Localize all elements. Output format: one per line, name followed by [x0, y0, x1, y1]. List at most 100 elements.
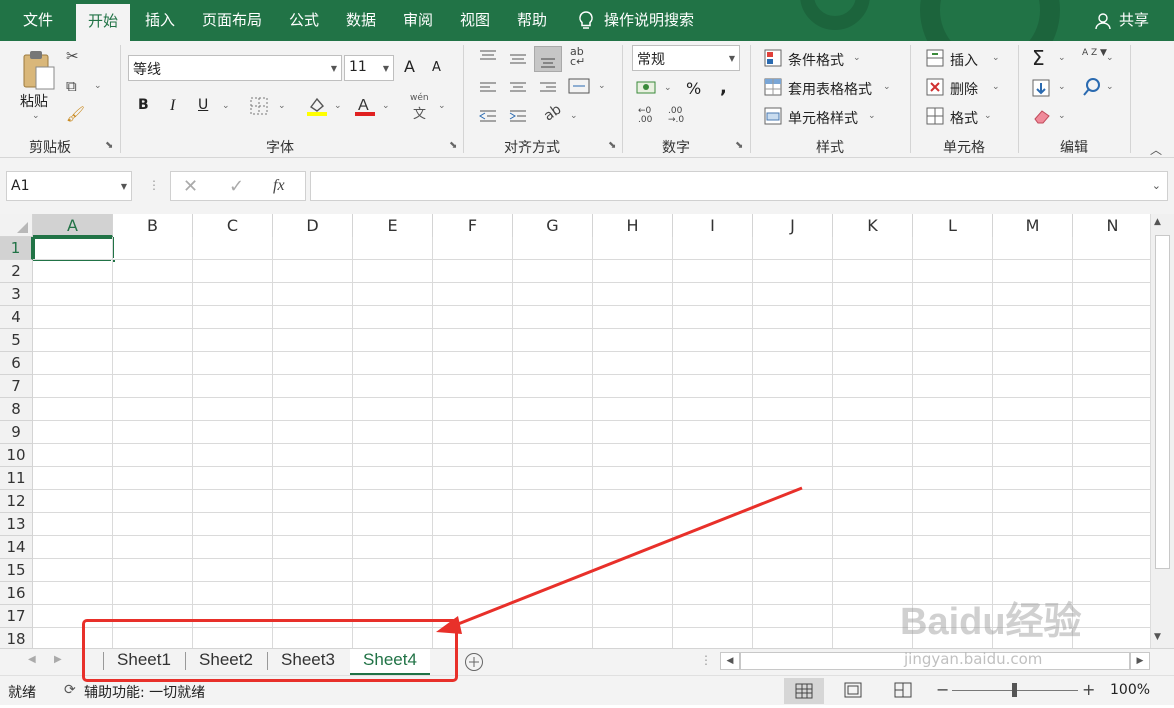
chevron-down-icon[interactable]: ⌄	[438, 101, 446, 111]
tab-data[interactable]: 数据	[334, 0, 388, 41]
underline-button[interactable]: U	[198, 97, 208, 113]
column-header-b[interactable]: B	[113, 214, 193, 237]
row-header-3[interactable]: 3	[0, 283, 33, 306]
align-middle-icon[interactable]	[508, 53, 528, 71]
dialog-launcher-icon[interactable]: ⬊	[449, 140, 457, 151]
row-header-15[interactable]: 15	[0, 559, 33, 582]
selected-cell-a1[interactable]	[33, 237, 114, 261]
chevron-down-icon[interactable]: ⌄	[222, 101, 230, 111]
chevron-down-icon[interactable]: ⌄	[664, 83, 672, 93]
formula-bar-grip-icon[interactable]: ⋮	[148, 178, 160, 192]
vertical-scrollbar[interactable]: ▲ ▼	[1150, 214, 1174, 648]
row-header-8[interactable]: 8	[0, 398, 33, 421]
format-cells-icon[interactable]	[926, 107, 946, 129]
scroll-up-icon[interactable]: ▲	[1154, 217, 1161, 227]
align-right-icon[interactable]	[538, 81, 558, 99]
comma-style-button[interactable]: ,	[720, 77, 727, 98]
column-header-m[interactable]: M	[993, 214, 1073, 237]
tab-formulas[interactable]: 公式	[278, 0, 330, 41]
orientation-icon[interactable]: ab	[541, 101, 564, 124]
enter-icon[interactable]: ✓	[229, 176, 244, 197]
chevron-down-icon[interactable]: ⌄	[382, 101, 390, 111]
zoom-out-button[interactable]: −	[936, 680, 949, 699]
row-header-11[interactable]: 11	[0, 467, 33, 490]
tab-home[interactable]: 开始	[76, 4, 130, 41]
formula-input[interactable]: ⌄	[310, 171, 1168, 201]
normal-view-icon[interactable]	[784, 678, 824, 704]
grow-font-button[interactable]: A	[404, 57, 415, 76]
accessibility-status[interactable]: 辅助功能: 一切就绪	[84, 682, 205, 702]
fill-color-icon[interactable]	[306, 95, 328, 121]
accessibility-icon[interactable]: ⟳	[64, 682, 76, 698]
chevron-down-icon[interactable]: ⌄	[570, 111, 578, 121]
autosum-button[interactable]: Σ	[1032, 46, 1045, 70]
zoom-slider-thumb[interactable]	[1012, 683, 1017, 697]
bold-button[interactable]: B	[138, 97, 149, 113]
chevron-down-icon[interactable]: ⌄	[94, 81, 102, 91]
align-bottom-icon[interactable]	[534, 46, 562, 72]
scroll-right-icon[interactable]: ▶	[1130, 652, 1150, 670]
conditional-formatting-button[interactable]: 条件格式	[788, 50, 844, 70]
row-header-1[interactable]: 1	[0, 237, 33, 260]
decrease-indent-icon[interactable]	[478, 109, 498, 129]
column-header-l[interactable]: L	[913, 214, 993, 237]
scroll-left-icon[interactable]: ◀	[720, 652, 740, 670]
merge-center-icon[interactable]	[568, 77, 590, 99]
border-icon[interactable]	[250, 97, 268, 119]
format-painter-icon[interactable]: 🖌	[66, 107, 85, 122]
zoom-in-button[interactable]: +	[1082, 680, 1095, 699]
add-sheet-icon[interactable]	[464, 652, 484, 676]
insert-cells-button[interactable]: 插入	[950, 50, 978, 70]
chevron-down-icon[interactable]: ⌄	[1106, 82, 1114, 92]
increase-indent-icon[interactable]	[508, 109, 528, 129]
column-header-c[interactable]: C	[193, 214, 273, 237]
cell-styles-button[interactable]: 单元格样式	[788, 108, 858, 128]
dialog-launcher-icon[interactable]: ⬊	[105, 140, 113, 151]
row-header-7[interactable]: 7	[0, 375, 33, 398]
cell-styles-icon[interactable]	[764, 107, 784, 129]
column-header-a[interactable]: A	[33, 214, 113, 237]
decrease-decimal-icon[interactable]: .00 →.0	[668, 107, 684, 125]
format-as-table-icon[interactable]	[764, 78, 784, 100]
find-select-icon[interactable]	[1082, 77, 1102, 101]
zoom-level[interactable]: 100%	[1110, 682, 1150, 698]
row-header-5[interactable]: 5	[0, 329, 33, 352]
phonetic-guide-icon[interactable]: wén 文	[410, 93, 429, 122]
select-all-button[interactable]	[0, 214, 33, 237]
name-box[interactable]: A1 ▼	[6, 171, 132, 201]
chevron-down-icon[interactable]: ⌄	[992, 82, 1000, 92]
tell-me-search[interactable]: 操作说明搜索	[604, 0, 714, 41]
font-color-icon[interactable]: A	[354, 95, 376, 121]
share-button[interactable]: 共享	[1114, 0, 1154, 41]
chevron-down-icon[interactable]: ⌄	[1058, 82, 1066, 92]
format-cells-button[interactable]: 格式	[950, 108, 978, 128]
column-header-g[interactable]: G	[513, 214, 593, 237]
column-header-n[interactable]: N	[1073, 214, 1150, 237]
expand-formula-icon[interactable]: ⌄	[1152, 179, 1161, 192]
dialog-launcher-icon[interactable]: ⬊	[608, 140, 616, 151]
chevron-down-icon[interactable]: ⌄	[868, 111, 876, 121]
horizontal-scrollbar[interactable]	[740, 652, 1130, 670]
sort-filter-icon[interactable]: A Z ▼	[1082, 49, 1107, 58]
page-layout-view-icon[interactable]	[844, 682, 862, 702]
tab-view[interactable]: 视图	[448, 0, 502, 41]
clear-icon[interactable]	[1032, 107, 1052, 129]
chevron-down-icon[interactable]: ⌄	[1106, 53, 1114, 63]
cancel-icon[interactable]: ✕	[183, 176, 198, 197]
chevron-down-icon[interactable]: ⌄	[883, 82, 891, 92]
align-center-icon[interactable]	[508, 81, 528, 99]
align-top-icon[interactable]	[478, 49, 498, 67]
column-header-e[interactable]: E	[353, 214, 433, 237]
collapse-ribbon-icon[interactable]: ︿	[1150, 141, 1162, 158]
scroll-down-icon[interactable]: ▼	[1154, 632, 1161, 642]
percent-style-button[interactable]: %	[686, 79, 701, 98]
wrap-text-icon[interactable]: ab c↵	[570, 46, 585, 67]
increase-decimal-icon[interactable]: ←0.00	[638, 107, 652, 125]
column-header-f[interactable]: F	[433, 214, 513, 237]
row-header-18[interactable]: 18	[0, 628, 33, 648]
tab-insert[interactable]: 插入	[134, 0, 186, 41]
chevron-down-icon[interactable]: ⌄	[1058, 53, 1066, 63]
delete-cells-button[interactable]: 删除	[950, 79, 978, 99]
tab-page-layout[interactable]: 页面布局	[192, 0, 272, 41]
tab-file[interactable]: 文件	[10, 0, 66, 41]
